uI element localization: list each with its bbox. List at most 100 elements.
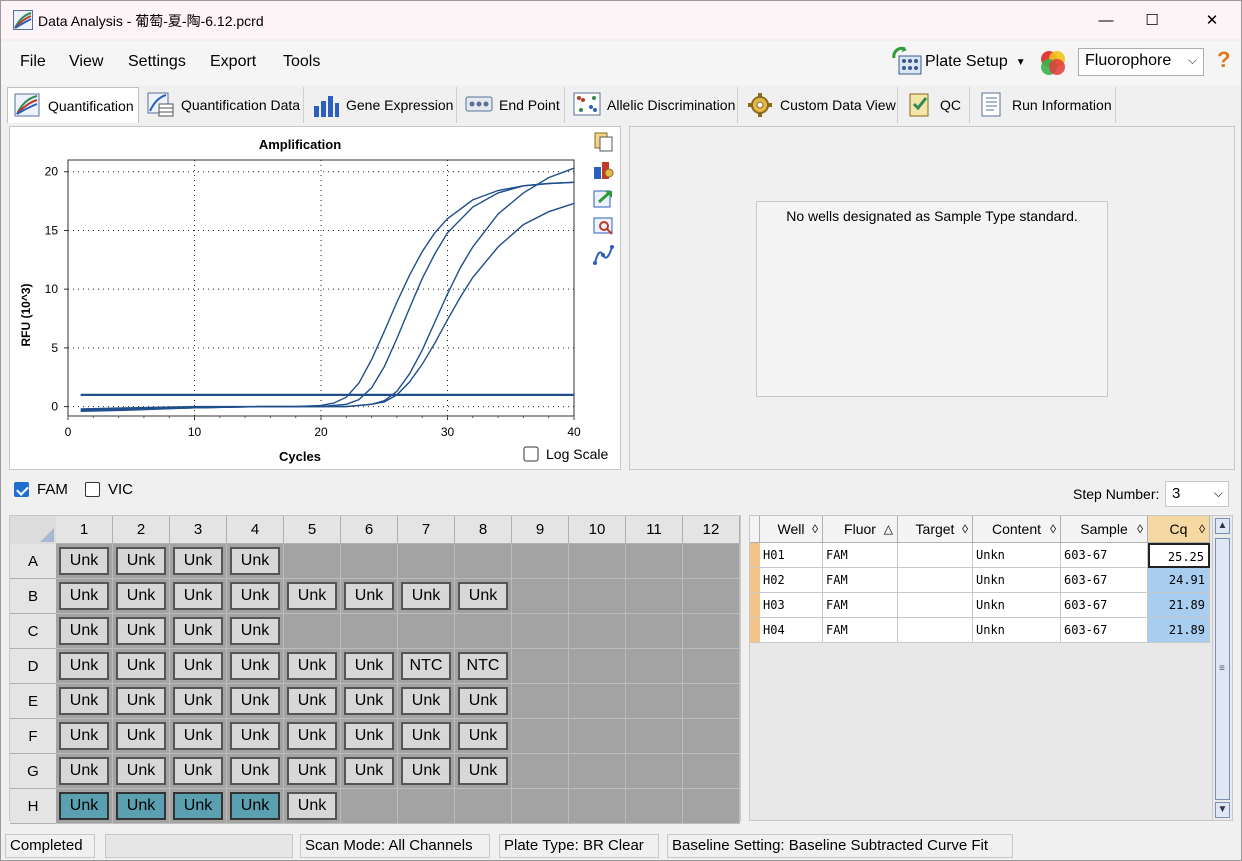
plate-well[interactable] <box>626 614 683 649</box>
plate-well[interactable]: Unk <box>170 579 227 614</box>
plate-well[interactable] <box>569 684 626 719</box>
copy-chart-icon[interactable] <box>594 132 613 152</box>
column-header-content[interactable]: Content ◊ <box>973 516 1061 543</box>
cell-cq[interactable]: 25.25 <box>1148 543 1210 568</box>
plate-well[interactable] <box>512 544 569 579</box>
column-header-well[interactable]: Well ◊ <box>760 516 823 543</box>
plate-well[interactable]: Unk <box>341 754 398 789</box>
amplification-curve-1[interactable] <box>80 181 575 411</box>
plate-well[interactable]: Unk <box>341 579 398 614</box>
plate-well[interactable]: Unk <box>113 684 170 719</box>
plate-well[interactable] <box>626 684 683 719</box>
cell-target[interactable] <box>898 568 973 593</box>
cell-sample[interactable]: 603-67 <box>1061 593 1148 618</box>
plate-well[interactable] <box>284 544 341 579</box>
scroll-up-icon[interactable]: ▲ <box>1215 518 1230 534</box>
plate-well[interactable]: Unk <box>113 754 170 789</box>
export-chart-icon[interactable] <box>593 190 612 208</box>
fam-checkbox[interactable] <box>14 482 29 497</box>
plate-well[interactable]: Unk <box>227 754 284 789</box>
plate-well[interactable] <box>341 614 398 649</box>
cell-cq[interactable]: 21.89 <box>1148 618 1210 643</box>
log-scale-checkbox[interactable] <box>523 446 539 462</box>
plate-well[interactable] <box>626 544 683 579</box>
amplification-curve-4[interactable] <box>80 202 575 410</box>
row-marker[interactable] <box>750 593 760 618</box>
tab-quantification-data[interactable]: Quantification Data <box>141 87 304 123</box>
plate-well[interactable] <box>284 614 341 649</box>
amplification-curve-3[interactable] <box>80 167 575 411</box>
scroll-down-icon[interactable]: ▼ <box>1215 802 1230 818</box>
plate-well[interactable]: Unk <box>398 754 455 789</box>
plate-well[interactable]: Unk <box>455 579 512 614</box>
plate-well[interactable]: Unk <box>56 719 113 754</box>
cell-sample[interactable]: 603-67 <box>1061 568 1148 593</box>
zoom-chart-icon[interactable] <box>593 217 613 235</box>
plate-well[interactable]: Unk <box>170 614 227 649</box>
plate-column-header[interactable]: 3 <box>170 516 227 544</box>
menu-view[interactable]: View <box>69 53 103 71</box>
plate-well[interactable] <box>683 684 740 719</box>
cell-target[interactable] <box>898 618 973 643</box>
plate-well[interactable] <box>626 579 683 614</box>
plate-column-header[interactable]: 9 <box>512 516 569 544</box>
plate-well[interactable]: Unk <box>113 719 170 754</box>
plate-well[interactable]: Unk <box>113 544 170 579</box>
cell-sample[interactable]: 603-67 <box>1061 543 1148 568</box>
plate-select-all[interactable] <box>10 516 56 544</box>
plate-well[interactable] <box>512 754 569 789</box>
plate-well[interactable] <box>512 719 569 754</box>
plate-row-header[interactable]: A <box>10 544 56 579</box>
plate-well[interactable] <box>512 684 569 719</box>
plate-column-header[interactable]: 11 <box>626 516 683 544</box>
cell-content[interactable]: Unkn <box>973 593 1061 618</box>
cell-cq[interactable]: 21.89 <box>1148 593 1210 618</box>
minimize-button[interactable]: — <box>1083 1 1129 39</box>
plate-well[interactable]: Unk <box>113 649 170 684</box>
plate-well[interactable] <box>569 649 626 684</box>
plate-well[interactable] <box>398 789 455 824</box>
maximize-button[interactable]: ☐ <box>1129 1 1175 39</box>
cell-content[interactable]: Unkn <box>973 568 1061 593</box>
plate-well[interactable]: Unk <box>341 719 398 754</box>
plate-well[interactable]: Unk <box>170 544 227 579</box>
plate-well[interactable]: Unk <box>284 684 341 719</box>
plate-well[interactable]: Unk <box>227 614 284 649</box>
plate-row-header[interactable]: B <box>10 579 56 614</box>
plate-well[interactable] <box>626 719 683 754</box>
plate-column-header[interactable]: 8 <box>455 516 512 544</box>
column-header-sample[interactable]: Sample ◊ <box>1061 516 1148 543</box>
plate-well[interactable]: Unk <box>56 684 113 719</box>
plate-well[interactable]: Unk <box>455 684 512 719</box>
cell-well[interactable]: H03 <box>760 593 823 618</box>
curve-fit-icon[interactable] <box>593 245 614 265</box>
plate-column-header[interactable]: 12 <box>683 516 740 544</box>
plate-well[interactable]: Unk <box>56 544 113 579</box>
plate-well[interactable]: Unk <box>170 719 227 754</box>
plate-row-header[interactable]: C <box>10 614 56 649</box>
plate-well[interactable]: Unk <box>284 754 341 789</box>
plate-well[interactable] <box>683 719 740 754</box>
plate-well[interactable]: NTC <box>398 649 455 684</box>
cell-target[interactable] <box>898 593 973 618</box>
plate-well[interactable] <box>512 789 569 824</box>
plate-well[interactable] <box>569 719 626 754</box>
tab-quantification[interactable]: Quantification <box>7 87 139 123</box>
amplification-curve-2[interactable] <box>80 181 575 412</box>
cell-well[interactable]: H04 <box>760 618 823 643</box>
tab-end-point[interactable]: End Point <box>459 87 565 123</box>
tab-allelic-discrimination[interactable]: Allelic Discrimination <box>567 87 738 123</box>
plate-well[interactable]: Unk <box>455 754 512 789</box>
cell-fluor[interactable]: FAM <box>823 543 898 568</box>
fluorophore-color-icon[interactable] <box>1037 47 1069 79</box>
plate-well[interactable]: Unk <box>227 684 284 719</box>
plate-setup-dropdown-icon[interactable]: ▼ <box>1016 57 1026 68</box>
plate-well[interactable] <box>455 789 512 824</box>
cell-sample[interactable]: 603-67 <box>1061 618 1148 643</box>
plate-well[interactable] <box>626 754 683 789</box>
plate-well[interactable]: Unk <box>113 789 170 824</box>
vic-checkbox[interactable] <box>85 482 100 497</box>
plate-well[interactable] <box>569 789 626 824</box>
plate-well[interactable] <box>512 649 569 684</box>
plate-column-header[interactable]: 2 <box>113 516 170 544</box>
